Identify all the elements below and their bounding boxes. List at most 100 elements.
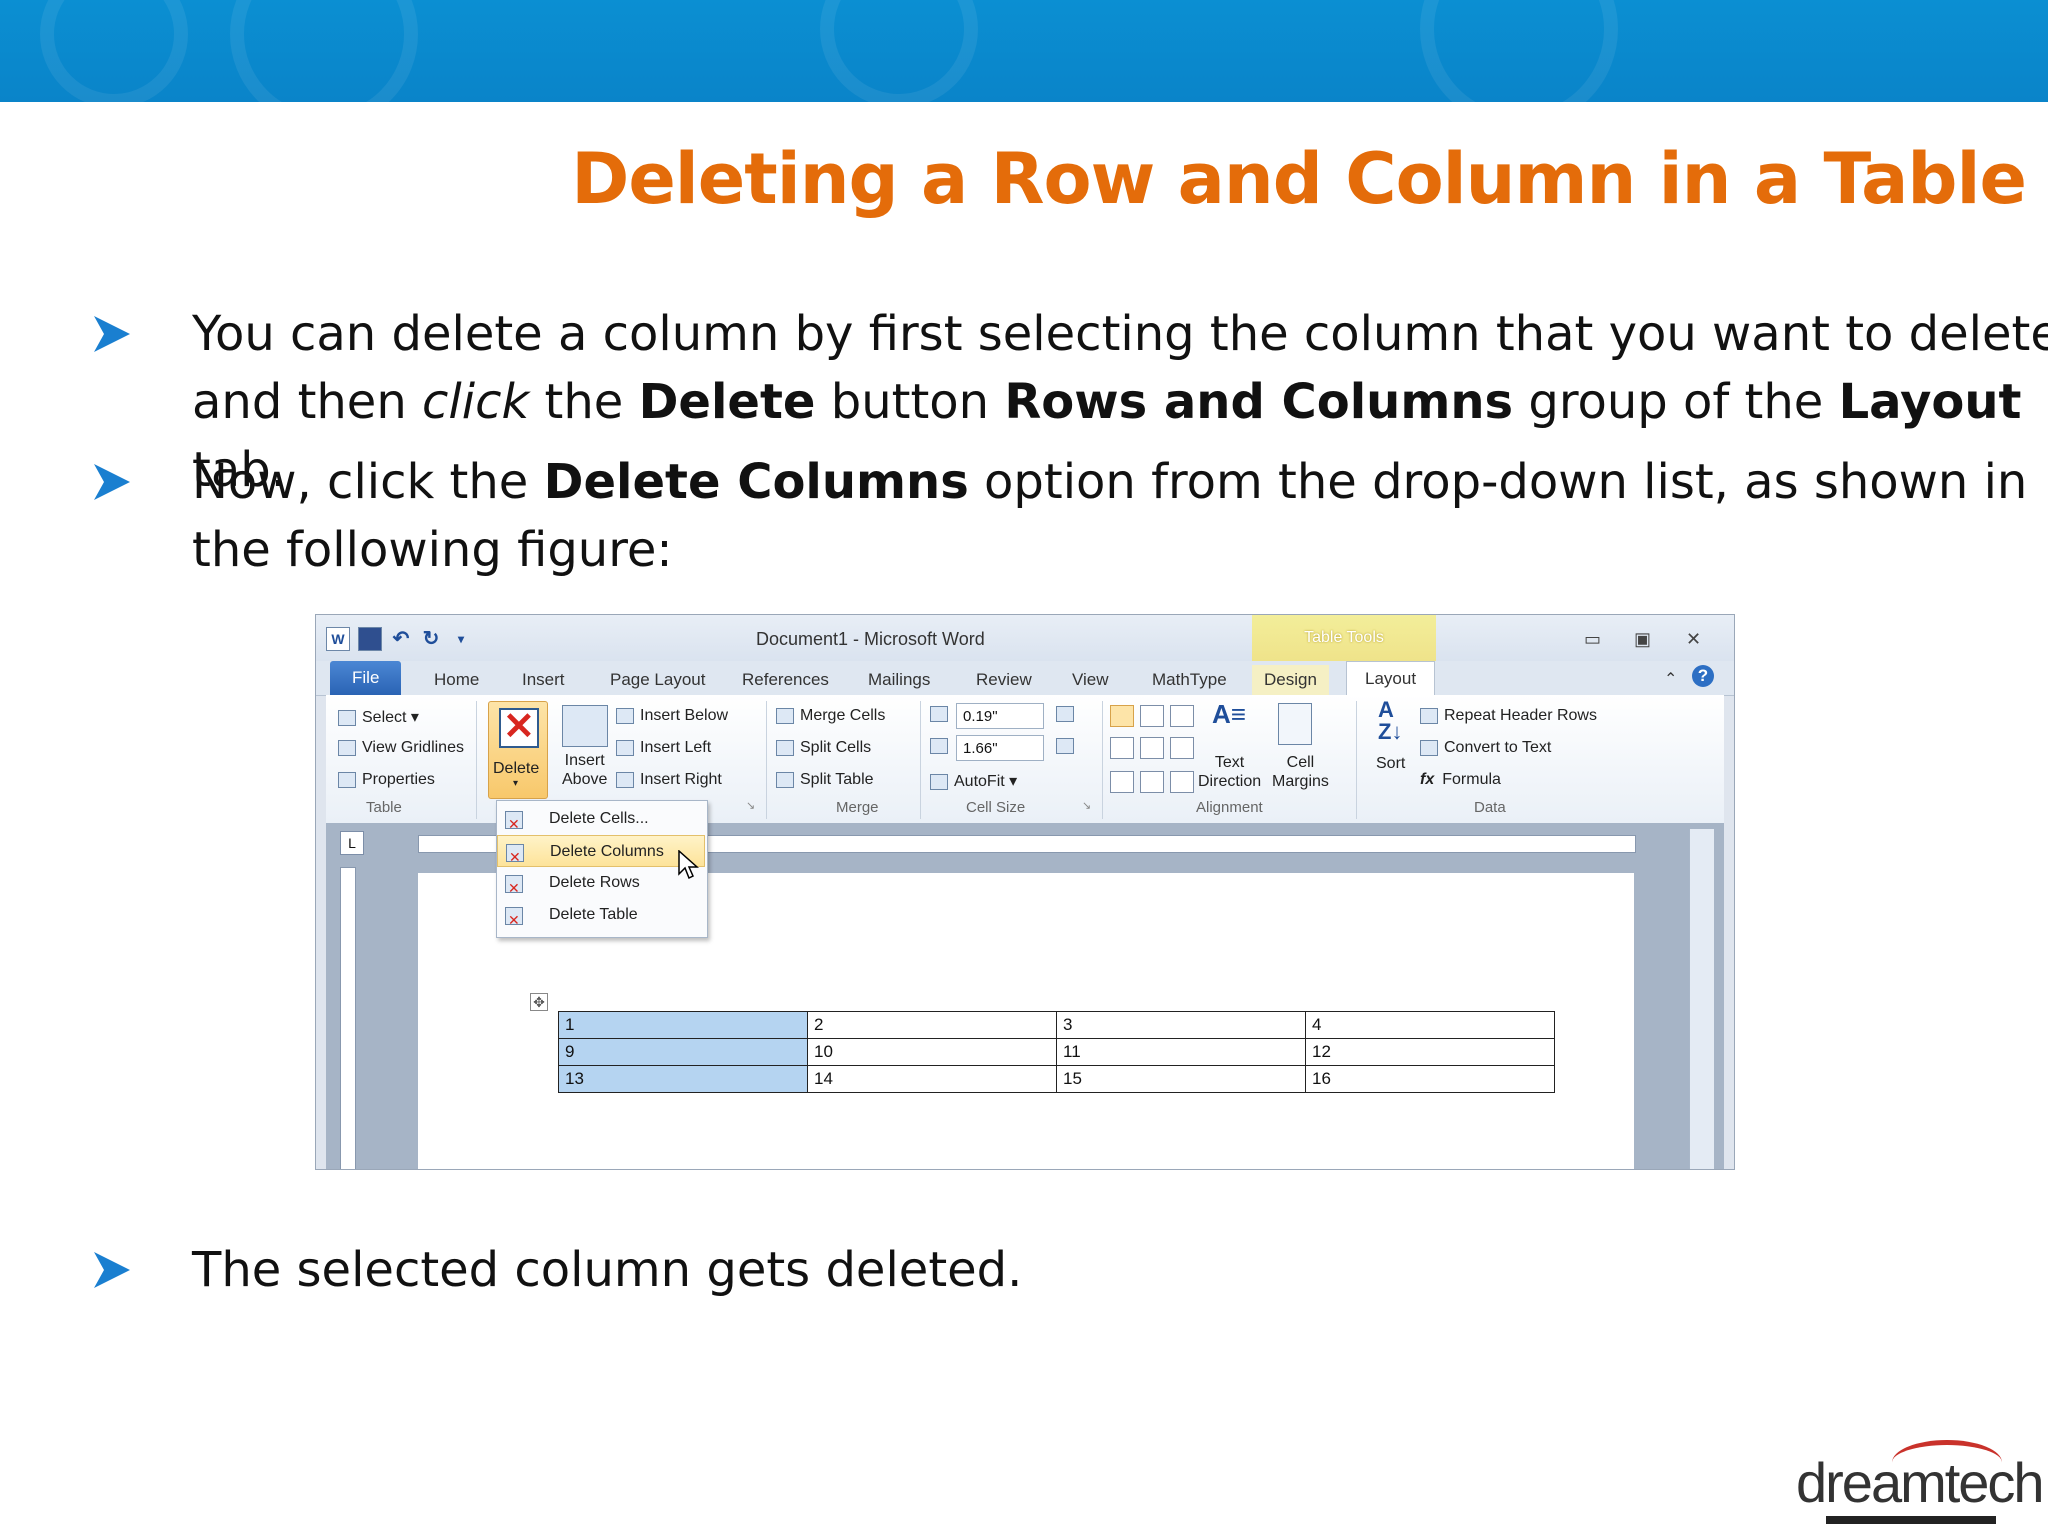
dreamtech-logo: dreamtech: [1796, 1440, 2045, 1524]
row-height-icon: [930, 705, 954, 723]
formula-button[interactable]: fx Formula: [1420, 771, 1501, 789]
cell-margins-button[interactable]: Cell Margins: [1272, 753, 1329, 791]
align-center-icon[interactable]: [1140, 737, 1164, 759]
decorative-gear: [820, 0, 978, 102]
menu-item-delete-columns[interactable]: Delete Columns: [497, 835, 705, 873]
tab-file[interactable]: File: [330, 661, 402, 695]
split-cells-icon: [776, 739, 794, 756]
group-separator: [920, 701, 921, 819]
document-table[interactable]: 1 2 3 4 9 10 11 12 13 14 15 16: [558, 1011, 1555, 1093]
align-center-right-icon[interactable]: [1170, 737, 1194, 759]
table-cell[interactable]: 4: [1305, 1011, 1555, 1039]
dialog-launcher-icon[interactable]: ↘: [746, 799, 755, 812]
table-cell[interactable]: 14: [807, 1065, 1057, 1093]
group-label-table: Table: [366, 799, 402, 816]
align-top-right-icon[interactable]: [1170, 705, 1194, 727]
repeat-header-icon: [1420, 707, 1438, 724]
logo-swoosh: [1892, 1440, 2002, 1485]
view-gridlines-button[interactable]: View Gridlines: [338, 739, 464, 757]
vertical-ruler[interactable]: [340, 867, 356, 1169]
repeat-header-rows-button[interactable]: Repeat Header Rows: [1420, 707, 1597, 725]
distribute-rows-icon[interactable]: [1056, 705, 1080, 723]
help-icon[interactable]: ?: [1692, 665, 1714, 687]
tab-home[interactable]: Home: [434, 665, 479, 695]
table-cell[interactable]: 9: [558, 1038, 808, 1066]
minimize-icon[interactable]: ▭: [1584, 629, 1601, 650]
autofit-button[interactable]: AutoFit ▾: [930, 771, 1017, 791]
select-button[interactable]: Select ▾: [338, 707, 419, 727]
chevron-down-icon: ▾: [513, 778, 519, 789]
save-icon[interactable]: [358, 627, 382, 651]
properties-button[interactable]: Properties: [338, 771, 435, 789]
tab-layout[interactable]: Layout: [1346, 661, 1436, 696]
tab-references[interactable]: References: [742, 665, 829, 695]
undo-icon[interactable]: ↶: [390, 628, 412, 650]
table-cell[interactable]: 1: [558, 1011, 808, 1039]
text-direction-button[interactable]: Text Direction: [1198, 753, 1261, 791]
align-top-left-icon[interactable]: [1110, 705, 1134, 727]
sort-button[interactable]: Sort: [1376, 755, 1405, 773]
tab-design[interactable]: Design: [1252, 665, 1329, 695]
table-move-handle-icon[interactable]: ✥: [530, 993, 548, 1011]
minimize-ribbon-icon[interactable]: ⌃: [1664, 665, 1677, 695]
delete-button[interactable]: Delete ▾: [488, 701, 548, 799]
menu-item-delete-cells[interactable]: Delete Cells...: [497, 803, 705, 840]
gridlines-icon: [338, 739, 356, 756]
redo-icon[interactable]: ↻: [420, 628, 442, 650]
table-cell[interactable]: 12: [1305, 1038, 1555, 1066]
convert-to-text-button[interactable]: Convert to Text: [1420, 739, 1551, 757]
dialog-launcher-icon[interactable]: ↘: [1082, 799, 1091, 812]
word-logo-icon: W: [326, 627, 350, 651]
tab-mailings[interactable]: Mailings: [868, 665, 930, 695]
row-height-input[interactable]: 0.19": [956, 703, 1044, 729]
distribute-rows-glyph: [1056, 705, 1074, 722]
tab-page-layout[interactable]: Page Layout: [610, 665, 705, 695]
arrow-bullet-icon: [94, 316, 130, 352]
align-bottom-center-icon[interactable]: [1140, 771, 1164, 793]
restore-icon[interactable]: ▣: [1634, 629, 1651, 650]
insert-right-button[interactable]: Insert Right: [616, 771, 722, 789]
text-direction-icon: A≡: [1212, 699, 1246, 729]
table-tools-label: Table Tools: [1252, 615, 1436, 661]
title-bar: W ↶ ↻ ▾ Document1 - Microsoft Word Table…: [316, 615, 1734, 661]
table-cell[interactable]: 2: [807, 1011, 1057, 1039]
align-top-center-icon[interactable]: [1140, 705, 1164, 727]
align-bottom-right-icon[interactable]: [1170, 771, 1194, 793]
quick-access-toolbar: W ↶ ↻ ▾: [326, 627, 472, 651]
align-center-left-icon[interactable]: [1110, 737, 1134, 759]
insert-below-icon: [616, 707, 634, 724]
delete-label: Delete: [493, 760, 540, 777]
menu-item-delete-rows[interactable]: Delete Rows: [497, 867, 705, 904]
tab-review[interactable]: Review: [976, 665, 1032, 695]
tab-mathtype[interactable]: MathType: [1152, 665, 1227, 695]
menu-item-delete-table[interactable]: Delete Table: [497, 899, 705, 936]
table-cell[interactable]: 10: [807, 1038, 1057, 1066]
table-cell[interactable]: 11: [1056, 1038, 1306, 1066]
align-bottom-left-icon[interactable]: [1110, 771, 1134, 793]
ribbon-tabs: File Home Insert Page Layout References …: [316, 661, 1734, 696]
merge-cells-icon: [776, 707, 794, 724]
close-icon[interactable]: ✕: [1686, 629, 1701, 650]
insert-above-button[interactable]: Insert Above: [562, 751, 607, 789]
vertical-scrollbar[interactable]: [1689, 829, 1714, 1169]
table-cell[interactable]: 13: [558, 1065, 808, 1093]
customize-qat-icon[interactable]: ▾: [450, 628, 472, 650]
insert-right-icon: [616, 771, 634, 788]
merge-cells-button[interactable]: Merge Cells: [776, 707, 885, 725]
insert-below-button[interactable]: Insert Below: [616, 707, 728, 725]
table-cell[interactable]: 3: [1056, 1011, 1306, 1039]
split-cells-button[interactable]: Split Cells: [776, 739, 871, 757]
group-separator: [766, 701, 767, 819]
split-table-button[interactable]: Split Table: [776, 771, 874, 789]
tab-insert[interactable]: Insert: [522, 665, 565, 695]
group-separator: [1102, 701, 1103, 819]
distribute-columns-icon[interactable]: [1056, 737, 1080, 755]
width-icon: [930, 737, 948, 754]
table-cell[interactable]: 15: [1056, 1065, 1306, 1093]
table-cell[interactable]: 16: [1305, 1065, 1555, 1093]
tab-selector-icon[interactable]: L: [340, 831, 364, 855]
column-width-input[interactable]: 1.66": [956, 735, 1044, 761]
insert-left-button[interactable]: Insert Left: [616, 739, 711, 757]
decorative-gear: [230, 0, 418, 102]
tab-view[interactable]: View: [1072, 665, 1109, 695]
